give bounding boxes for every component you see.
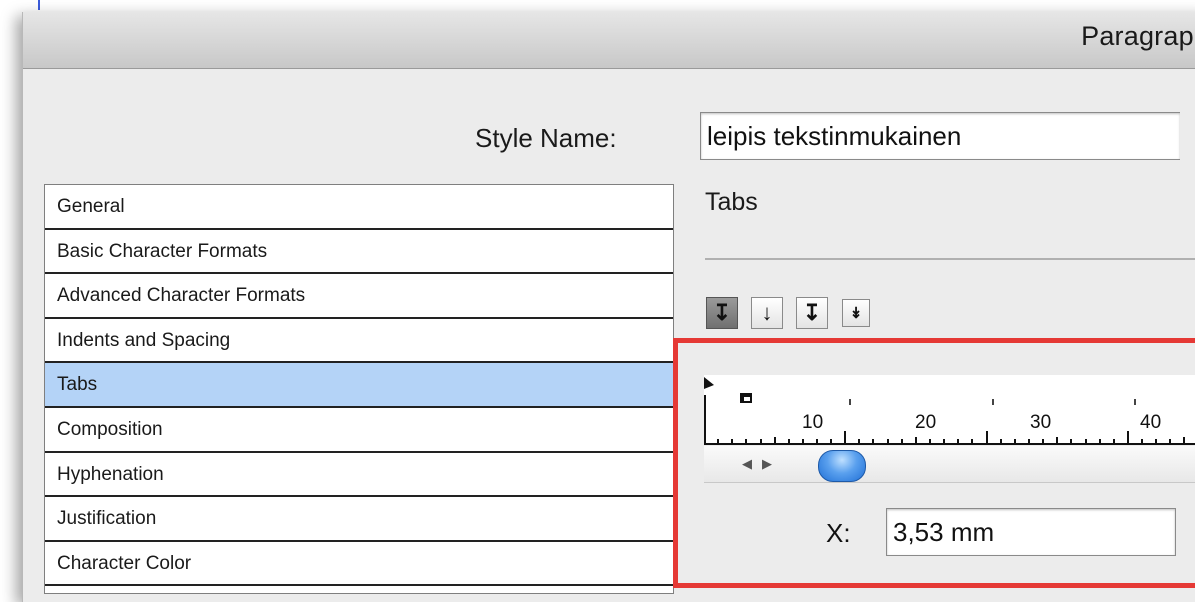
title-bar[interactable]: Paragraph xyxy=(23,12,1195,69)
center-justified-tab-icon: ↓ xyxy=(761,300,773,325)
right-justified-tab-button[interactable]: ↧ xyxy=(796,297,828,329)
category-item-character-color[interactable]: Character Color xyxy=(45,542,673,587)
style-name-input[interactable] xyxy=(700,112,1180,160)
category-item-indents-and-spacing[interactable]: Indents and Spacing xyxy=(45,319,673,364)
section-divider xyxy=(705,258,1195,260)
center-justified-tab-button[interactable]: ↓ xyxy=(751,297,783,329)
category-list: General Basic Character Formats Advanced… xyxy=(44,184,674,594)
category-item-basic-character-formats[interactable]: Basic Character Formats xyxy=(45,230,673,275)
category-item-justification[interactable]: Justification xyxy=(45,497,673,542)
window-title: Paragraph xyxy=(1081,21,1195,51)
left-justified-tab-button[interactable]: ↧ xyxy=(706,297,738,329)
category-item-tabs[interactable]: Tabs xyxy=(45,363,673,408)
annotation-highlight-box xyxy=(673,338,1195,588)
category-item-general[interactable]: General xyxy=(45,185,673,230)
style-name-label: Style Name: xyxy=(475,123,617,153)
category-item-hyphenation[interactable]: Hyphenation xyxy=(45,453,673,498)
category-item-advanced-character-formats[interactable]: Advanced Character Formats xyxy=(45,274,673,319)
decimal-tab-icon: ↡ xyxy=(849,305,863,322)
left-justified-tab-icon: ↧ xyxy=(712,300,732,325)
document-guide-line xyxy=(38,0,40,10)
tabs-section-heading: Tabs xyxy=(705,188,758,216)
right-justified-tab-icon: ↧ xyxy=(802,300,822,325)
category-item-composition[interactable]: Composition xyxy=(45,408,673,453)
decimal-tab-button[interactable]: ↡ xyxy=(842,299,870,327)
